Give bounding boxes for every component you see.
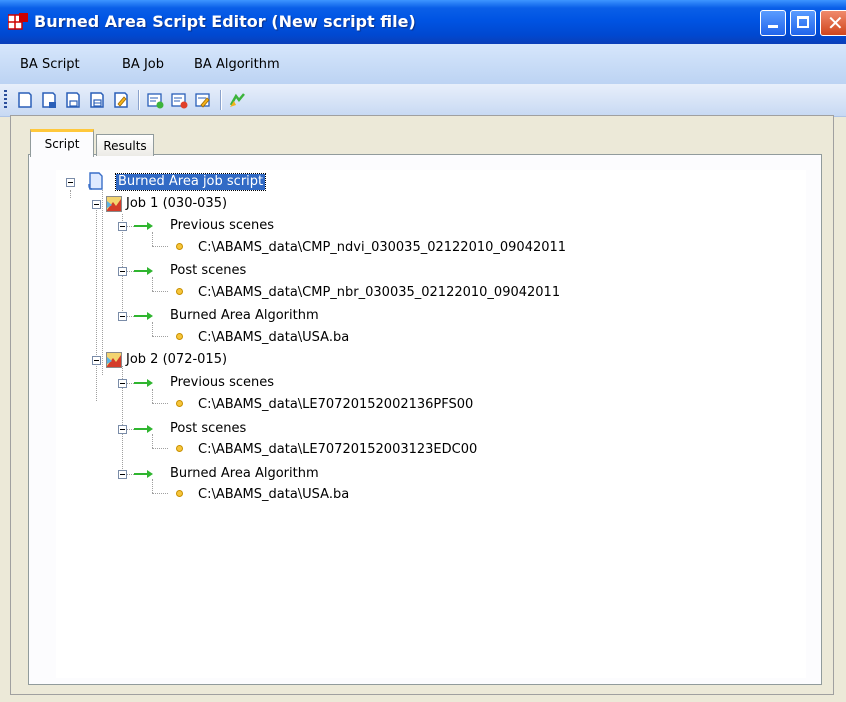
remove-job-icon[interactable] <box>170 90 188 110</box>
minimize-button[interactable] <box>760 10 786 36</box>
expander-previous-scenes[interactable] <box>118 222 127 231</box>
tree-group-label[interactable]: Post scenes <box>170 421 246 437</box>
close-icon: ✕ <box>827 11 844 35</box>
file-dot-icon <box>176 445 183 452</box>
toolbar-separator <box>138 90 140 110</box>
file-dot-icon <box>176 400 183 407</box>
run-icon[interactable] <box>228 90 246 110</box>
tree-file-item[interactable]: C:\ABAMS_data\LE70720152002136PFS00 <box>198 397 473 413</box>
new-script-icon[interactable] <box>16 90 34 110</box>
green-arrow-icon <box>134 379 153 387</box>
file-dot-icon <box>176 288 183 295</box>
menu-ba-job[interactable]: BA Job <box>122 57 164 72</box>
green-arrow-icon <box>134 425 153 433</box>
green-arrow-icon <box>134 470 153 478</box>
expander-root[interactable] <box>66 178 75 187</box>
tab-results-label: Results <box>103 139 147 153</box>
script-tree[interactable]: Burned Area job script Job 1 (030-035) P… <box>56 170 806 678</box>
edit-script-icon[interactable] <box>112 90 130 110</box>
expander-previous-scenes[interactable] <box>118 379 127 388</box>
toolbar-grip[interactable] <box>4 90 7 110</box>
tree-job-2-label[interactable]: Job 2 (072-015) <box>126 352 227 368</box>
tree-group-label[interactable]: Previous scenes <box>170 218 274 234</box>
job-map-icon <box>106 196 122 212</box>
expander-job-2[interactable] <box>92 356 101 365</box>
tree-root-label[interactable]: Burned Area job script <box>114 173 267 191</box>
edit-job-icon[interactable] <box>194 90 212 110</box>
tree-group-label[interactable]: Burned Area Algorithm <box>170 466 319 482</box>
menu-ba-script[interactable]: BA Script <box>20 57 80 72</box>
job-map-icon <box>106 352 122 368</box>
menu-ba-algorithm[interactable]: BA Algorithm <box>194 57 280 72</box>
tree-file-item[interactable]: C:\ABAMS_data\CMP_ndvi_030035_02122010_0… <box>198 240 566 256</box>
tree-file-item[interactable]: C:\ABAMS_data\USA.ba <box>198 330 349 346</box>
open-script-icon[interactable] <box>40 90 58 110</box>
file-dot-icon <box>176 243 183 250</box>
app-grid-icon <box>8 13 28 30</box>
tab-results[interactable]: Results <box>96 134 154 156</box>
maximize-icon <box>797 16 809 28</box>
expander-job-1[interactable] <box>92 200 101 209</box>
tab-script[interactable]: Script <box>30 129 94 157</box>
expander-algorithm[interactable] <box>118 470 127 479</box>
tree-file-item[interactable]: C:\ABAMS_data\LE70720152003123EDC00 <box>198 442 477 458</box>
expander-post-scenes[interactable] <box>118 425 127 434</box>
tree-group-label[interactable]: Burned Area Algorithm <box>170 308 319 324</box>
file-dot-icon <box>176 333 183 340</box>
minimize-icon <box>768 25 778 28</box>
tab-script-label: Script <box>44 137 80 151</box>
expander-algorithm[interactable] <box>118 312 127 321</box>
save-script-icon[interactable] <box>64 90 82 110</box>
tree-file-item[interactable]: C:\ABAMS_data\USA.ba <box>198 487 349 503</box>
expander-post-scenes[interactable] <box>118 267 127 276</box>
toolbar-separator <box>220 90 222 110</box>
file-dot-icon <box>176 490 183 497</box>
script-document-icon <box>88 172 103 190</box>
toolbar <box>0 84 846 117</box>
window-title: Burned Area Script Editor (New script fi… <box>34 12 416 31</box>
tree-group-label[interactable]: Post scenes <box>170 263 246 279</box>
title-bar[interactable]: Burned Area Script Editor (New script fi… <box>0 0 846 44</box>
add-job-icon[interactable] <box>146 90 164 110</box>
menu-bar: BA Script BA Job BA Algorithm <box>0 44 846 84</box>
tree-job-1-label[interactable]: Job 1 (030-035) <box>126 196 227 212</box>
green-arrow-icon <box>134 222 153 230</box>
green-arrow-icon <box>134 267 153 275</box>
maximize-button[interactable] <box>790 10 816 36</box>
tree-group-label[interactable]: Previous scenes <box>170 375 274 391</box>
close-button[interactable]: ✕ <box>820 10 846 36</box>
green-arrow-icon <box>134 312 153 320</box>
save-as-icon[interactable] <box>88 90 106 110</box>
tree-file-item[interactable]: C:\ABAMS_data\CMP_nbr_030035_02122010_09… <box>198 285 560 301</box>
